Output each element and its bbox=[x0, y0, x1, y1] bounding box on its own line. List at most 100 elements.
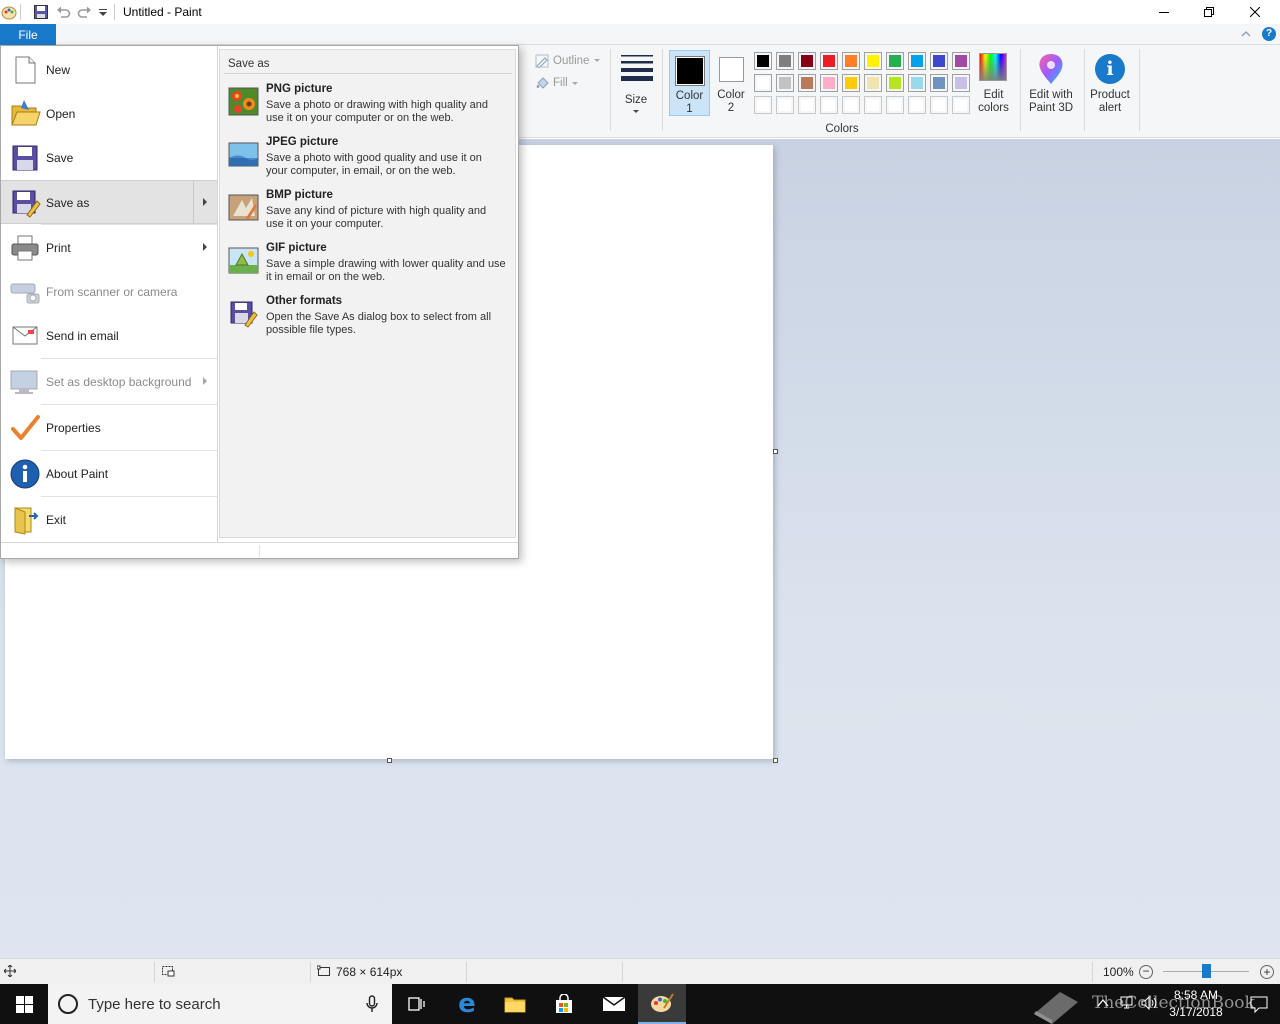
group-separator bbox=[662, 49, 663, 131]
save-icon[interactable] bbox=[33, 4, 49, 20]
size-button[interactable]: Size bbox=[616, 49, 656, 115]
file-menu-send-in-email[interactable]: Send in email bbox=[1, 314, 217, 358]
palette-swatch[interactable] bbox=[952, 74, 970, 92]
palette-swatch[interactable] bbox=[908, 74, 926, 92]
edit-colors-button[interactable]: Edit colors bbox=[975, 50, 1012, 120]
help-icon[interactable]: ? bbox=[1262, 27, 1276, 41]
palette-swatch[interactable] bbox=[886, 96, 904, 114]
palette-swatch[interactable] bbox=[886, 74, 904, 92]
zoom-in-button[interactable]: + bbox=[1260, 965, 1274, 979]
palette-swatch[interactable] bbox=[952, 96, 970, 114]
network-icon[interactable] bbox=[1118, 996, 1134, 1013]
submenu-arrow-icon[interactable] bbox=[203, 243, 207, 251]
save-as-format-other-formats[interactable]: Other formats Open the Save As dialog box… bbox=[220, 292, 515, 345]
file-menu-new[interactable]: New bbox=[1, 48, 217, 92]
submenu-arrow-icon[interactable] bbox=[203, 198, 207, 206]
file-menu-about-paint[interactable]: About Paint bbox=[1, 452, 217, 496]
palette-swatch[interactable] bbox=[798, 52, 816, 70]
restore-button[interactable] bbox=[1186, 0, 1232, 24]
clock-time[interactable]: 8:58 AM bbox=[1170, 988, 1222, 1002]
menu-item-label: Send in email bbox=[46, 329, 119, 343]
mail-button[interactable] bbox=[590, 984, 638, 1024]
notifications-icon[interactable] bbox=[1250, 995, 1268, 1016]
outline-label[interactable]: Outline bbox=[553, 55, 589, 68]
minimize-button[interactable] bbox=[1141, 0, 1187, 24]
outline-dropdown-icon[interactable] bbox=[594, 59, 600, 62]
show-hidden-icons-icon[interactable] bbox=[1097, 997, 1109, 1011]
palette-swatch[interactable] bbox=[908, 52, 926, 70]
product-alert-button[interactable]: i Product alert bbox=[1087, 50, 1133, 120]
color2-button[interactable]: Color 2 bbox=[712, 50, 750, 116]
palette-swatch[interactable] bbox=[952, 52, 970, 70]
fill-label[interactable]: Fill bbox=[553, 77, 568, 90]
zoom-slider-thumb[interactable] bbox=[1202, 964, 1211, 978]
palette-swatch[interactable] bbox=[820, 52, 838, 70]
minimize-ribbon-icon[interactable] bbox=[1240, 28, 1252, 43]
palette-swatch[interactable] bbox=[776, 96, 794, 114]
info-icon bbox=[9, 458, 41, 490]
taskbar-search-box[interactable]: Type here to search bbox=[48, 984, 392, 1024]
color1-swatch-frame bbox=[675, 56, 705, 86]
menu-item-label: From scanner or camera bbox=[46, 285, 178, 299]
palette-swatch[interactable] bbox=[754, 74, 772, 92]
palette-swatch[interactable] bbox=[864, 74, 882, 92]
redo-icon[interactable] bbox=[77, 4, 93, 20]
color1-button[interactable]: Color 1 bbox=[669, 50, 710, 116]
file-menu-properties[interactable]: Properties bbox=[1, 406, 217, 450]
close-button[interactable] bbox=[1232, 0, 1278, 24]
palette-swatch[interactable] bbox=[930, 96, 948, 114]
palette-swatch[interactable] bbox=[908, 96, 926, 114]
palette-swatch[interactable] bbox=[842, 52, 860, 70]
file-explorer-button[interactable] bbox=[491, 984, 539, 1024]
resize-handle-right[interactable] bbox=[773, 449, 778, 454]
file-menu-save[interactable]: Save bbox=[1, 136, 217, 180]
file-menu-exit[interactable]: Exit bbox=[1, 498, 217, 542]
edge-browser-button[interactable]: e bbox=[443, 984, 491, 1024]
file-menu-open[interactable]: Open bbox=[1, 92, 217, 136]
undo-icon[interactable] bbox=[55, 4, 71, 20]
file-menu-print[interactable]: Print bbox=[1, 226, 217, 270]
zoom-level: 100% bbox=[1103, 965, 1134, 979]
palette-swatch[interactable] bbox=[930, 52, 948, 70]
palette-swatch[interactable] bbox=[886, 52, 904, 70]
resize-handle-bottom[interactable] bbox=[387, 758, 392, 763]
palette-swatch[interactable] bbox=[820, 74, 838, 92]
customize-qat-icon[interactable] bbox=[97, 4, 113, 20]
format-description: Save a photo or drawing with high qualit… bbox=[266, 99, 488, 124]
paint-taskbar-button[interactable] bbox=[638, 984, 686, 1024]
color1-swatch bbox=[677, 58, 703, 84]
palette-swatch[interactable] bbox=[864, 52, 882, 70]
palette-swatch[interactable] bbox=[754, 52, 772, 70]
resize-handle-corner[interactable] bbox=[773, 758, 778, 763]
ribbon-tab-strip: ? bbox=[0, 24, 1280, 45]
zoom-out-button[interactable]: − bbox=[1139, 965, 1153, 979]
file-menu-save-as[interactable]: Save as bbox=[1, 180, 217, 224]
save-as-format-jpeg-picture[interactable]: JPEG picture Save a photo with good quali… bbox=[220, 133, 515, 186]
microphone-icon[interactable] bbox=[366, 995, 378, 1016]
clock-date[interactable]: 3/17/2018 bbox=[1166, 1005, 1226, 1019]
palette-swatch[interactable] bbox=[820, 96, 838, 114]
menu-item-label: Properties bbox=[46, 421, 101, 435]
info-icon: i bbox=[1095, 54, 1125, 84]
paint-app-icon[interactable] bbox=[1, 4, 17, 20]
palette-swatch[interactable] bbox=[842, 96, 860, 114]
palette-swatch[interactable] bbox=[864, 96, 882, 114]
save-as-format-gif-picture[interactable]: GIF picture Save a simple drawing with lo… bbox=[220, 239, 515, 292]
task-view-button[interactable] bbox=[392, 984, 440, 1024]
start-button[interactable] bbox=[0, 984, 48, 1024]
palette-swatch[interactable] bbox=[798, 96, 816, 114]
status-separator bbox=[1092, 962, 1093, 982]
palette-swatch[interactable] bbox=[776, 52, 794, 70]
edit-with-paint3d-button[interactable]: Edit with Paint 3D bbox=[1024, 50, 1078, 120]
palette-swatch[interactable] bbox=[754, 96, 772, 114]
palette-swatch[interactable] bbox=[776, 74, 794, 92]
save-as-format-png-picture[interactable]: PNG picture Save a photo or drawing with … bbox=[220, 80, 515, 133]
store-button[interactable] bbox=[540, 984, 588, 1024]
save-as-format-bmp-picture[interactable]: BMP picture Save any kind of picture with… bbox=[220, 186, 515, 239]
volume-icon[interactable] bbox=[1141, 995, 1159, 1013]
fill-dropdown-icon[interactable] bbox=[572, 82, 578, 85]
file-tab[interactable]: File bbox=[0, 24, 56, 45]
palette-swatch[interactable] bbox=[930, 74, 948, 92]
palette-swatch[interactable] bbox=[798, 74, 816, 92]
palette-swatch[interactable] bbox=[842, 74, 860, 92]
